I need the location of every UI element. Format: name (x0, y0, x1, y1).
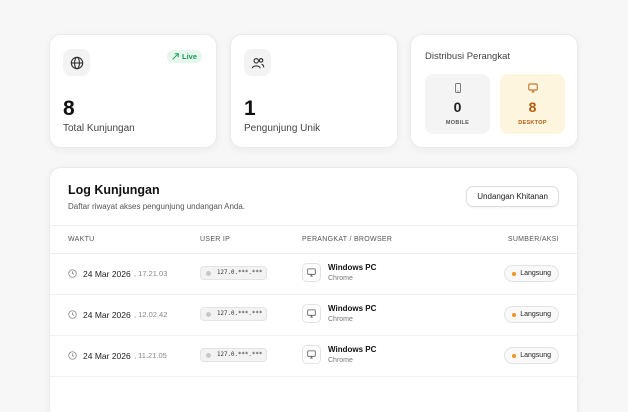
ip-dot-icon (206, 352, 211, 358)
ip-dot-icon (206, 270, 211, 276)
unique-visitors-label: Pengunjung Unik (244, 123, 321, 134)
visit-time: , 17.21.03 (134, 269, 168, 278)
visit-date: 24 Mar 2026 (83, 269, 131, 279)
ip-chip: 127.0.***.*** (200, 266, 267, 280)
source-label: Langsung (520, 311, 551, 318)
visit-time: , 11.21.05 (134, 351, 167, 360)
table-row[interactable]: 24 Mar 2026 , 17.21.03 127.0.***.*** Win… (50, 254, 577, 295)
unique-visitors-card: 1 Pengunjung Unik (230, 34, 398, 148)
globe-icon (63, 49, 90, 76)
total-visits-card: Live 8 Total Kunjungan (49, 34, 217, 148)
device-name: Windows PC (328, 263, 377, 272)
column-time: WAKTU (68, 236, 95, 243)
browser-name: Chrome (328, 275, 353, 282)
live-badge: Live (166, 50, 202, 63)
unique-visitors-value: 1 (244, 97, 256, 120)
source-label: Langsung (520, 270, 551, 277)
trending-up-icon (172, 53, 179, 60)
ip-address: 127.0.***.*** (217, 352, 263, 358)
source-dot-icon (512, 353, 517, 358)
ip-address: 127.0.***.*** (217, 270, 263, 276)
total-visits-value: 8 (63, 97, 75, 120)
browser-name: Chrome (328, 357, 353, 364)
log-subtitle: Daftar riwayat akses pengunjung undangan… (68, 202, 246, 211)
users-icon (244, 49, 271, 76)
device-distribution-card: Distribusi Perangkat 0 MOBILE 8 DESKTOP (410, 34, 578, 148)
device-name: Windows PC (328, 304, 377, 313)
visit-log-card: Log Kunjungan Daftar riwayat akses pengu… (49, 167, 578, 412)
ip-chip: 127.0.***.*** (200, 348, 267, 362)
visit-time: , 12.02.42 (134, 310, 168, 319)
ip-dot-icon (206, 311, 211, 317)
column-ip: USER IP (200, 236, 231, 243)
device-distribution-title: Distribusi Perangkat (425, 51, 511, 62)
source-label: Langsung (520, 352, 551, 359)
mobile-label: MOBILE (445, 120, 470, 126)
browser-name: Chrome (328, 316, 353, 323)
desktop-stat: 8 DESKTOP (500, 74, 565, 134)
monitor-icon (302, 263, 321, 282)
clock-icon (68, 269, 77, 278)
total-visits-label: Total Kunjungan (63, 123, 135, 134)
column-device: PERANGKAT / BROWSER (302, 236, 393, 243)
smartphone-icon (454, 83, 461, 93)
clock-icon (68, 310, 77, 319)
desktop-label: DESKTOP (518, 120, 547, 126)
table-row[interactable]: 24 Mar 2026 , 11.21.05 127.0.***.*** Win… (50, 336, 577, 377)
table-header: WAKTU USER IP PERANGKAT / BROWSER SUMBER… (50, 225, 577, 254)
log-title: Log Kunjungan (68, 183, 160, 197)
source-dot-icon (512, 312, 517, 317)
monitor-icon (302, 304, 321, 323)
invitation-filter-button[interactable]: Undangan Khitanan (466, 186, 559, 207)
live-label: Live (181, 52, 197, 61)
monitor-icon (302, 345, 321, 364)
source-dot-icon (512, 271, 517, 276)
table-row[interactable]: 24 Mar 2026 , 12.02.42 127.0.***.*** Win… (50, 295, 577, 336)
source-badge: Langsung (504, 306, 559, 323)
column-source: SUMBER/AKSI (507, 236, 559, 243)
ip-chip: 127.0.***.*** (200, 307, 267, 321)
mobile-stat: 0 MOBILE (425, 74, 490, 134)
visit-date: 24 Mar 2026 (83, 310, 131, 320)
source-badge: Langsung (504, 347, 559, 364)
monitor-icon (527, 83, 538, 93)
mobile-count: 0 (453, 99, 462, 115)
desktop-count: 8 (528, 99, 537, 115)
visit-date: 24 Mar 2026 (83, 351, 131, 361)
device-name: Windows PC (328, 345, 377, 354)
source-badge: Langsung (504, 265, 559, 282)
ip-address: 127.0.***.*** (217, 311, 263, 317)
clock-icon (68, 351, 77, 360)
